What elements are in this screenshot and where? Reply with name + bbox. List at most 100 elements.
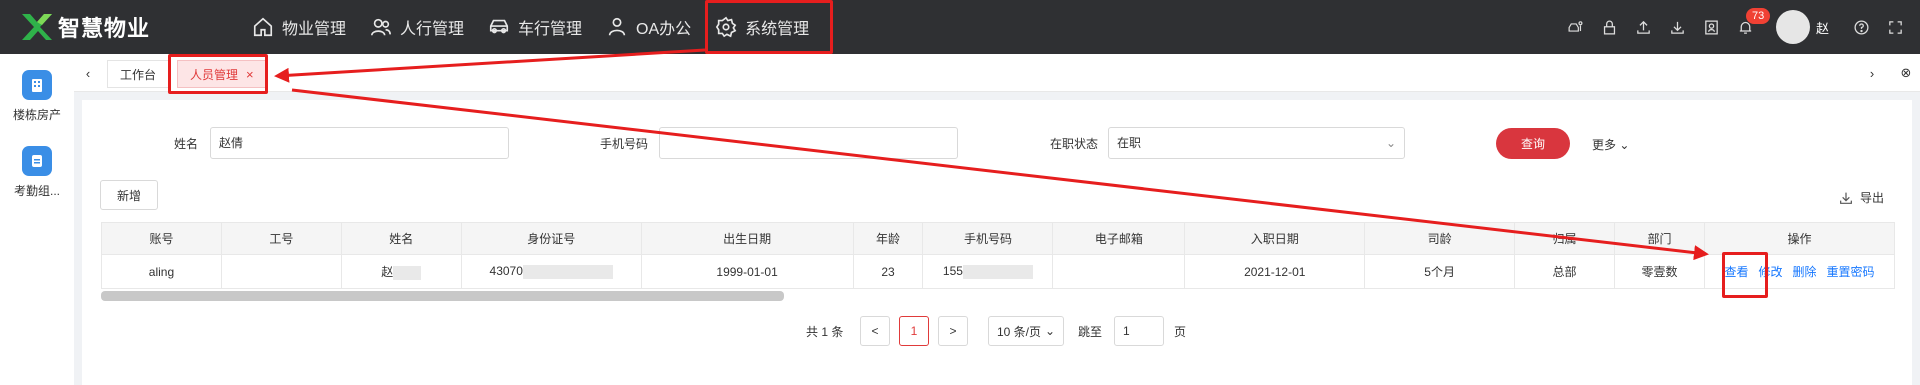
sidebar-item-label: 考勤组... (13, 184, 60, 198)
column-header: 入职日期 (1184, 222, 1366, 255)
page-unit-label: 页 (1174, 324, 1187, 339)
personnel-table: 账号 工号 姓名 身份证号 出生日期 年龄 手机号码 电子邮箱 入职日期 司龄 … (101, 222, 1896, 289)
prev-page-button[interactable]: < (860, 316, 890, 346)
jump-label: 跳至 (1078, 324, 1103, 339)
fullscreen-icon[interactable] (1878, 10, 1912, 44)
page-size-select[interactable]: 10 条/页 ⌄ (988, 316, 1064, 346)
header-actions: 73 赵 (1558, 0, 1920, 54)
column-header: 年龄 (852, 222, 924, 255)
nav-label: 人行管理 (400, 21, 465, 38)
download-icon[interactable] (1660, 10, 1694, 44)
column-header: 姓名 (340, 222, 462, 255)
column-header: 工号 (220, 222, 342, 255)
top-navbar: 智慧物业 物业管理 人行管理 车行管理 OA办公 系统管理 73 赵 (0, 0, 1920, 54)
contact-card-icon[interactable] (1694, 10, 1728, 44)
cell-birth-date: 1999-01-01 (640, 254, 854, 289)
app-logo[interactable]: 智慧物业 (20, 10, 150, 44)
cell-name: 赵 (340, 254, 462, 289)
cell-text: 155 (942, 264, 963, 279)
bell-icon[interactable]: 73 (1728, 8, 1771, 44)
filter-name-label: 姓名 (173, 137, 198, 151)
cell-text: 赵 (381, 265, 394, 279)
cell-text: 43070 (489, 264, 523, 279)
nav-oa[interactable]: OA办公 (594, 0, 703, 54)
phone-input[interactable] (659, 127, 958, 159)
tab-label: 工作台 (120, 67, 157, 82)
lock-icon[interactable] (1592, 10, 1626, 44)
nav-pedestrian[interactable]: 人行管理 (358, 0, 476, 54)
column-header: 电子邮箱 (1052, 222, 1186, 255)
tab-bar: ‹ 工作台 人员管理 × › ⊗ (74, 54, 1920, 92)
highlight-system-nav (705, 0, 833, 54)
vehicle-person-icon[interactable] (1558, 10, 1592, 44)
highlight-edit-link (1722, 252, 1768, 298)
user-name[interactable]: 赵 (1816, 18, 1844, 37)
column-header: 操作 (1703, 222, 1896, 255)
sidebar-item-building[interactable]: 楼栋房产 (0, 70, 74, 123)
status-select-value: 在职 (1117, 136, 1142, 150)
more-toggle[interactable]: 更多 ⌄ (1592, 136, 1629, 153)
tab-scroll-right-icon[interactable]: › (1858, 54, 1886, 92)
redacted-blur (962, 264, 1033, 279)
next-page-button[interactable]: > (938, 316, 968, 346)
filter-status-label: 在职状态 (1049, 137, 1098, 151)
download-icon (1840, 192, 1852, 204)
cell-age: 23 (852, 254, 924, 289)
cell-dept: 零壹数 (1614, 254, 1705, 289)
help-icon[interactable] (1844, 10, 1878, 44)
building-icon (32, 79, 42, 92)
more-label: 更多 (1592, 138, 1617, 152)
chevron-down-icon: ⌄ (1619, 138, 1630, 152)
table-row: aling 赵 43070 1999-01-01 23 155 2021-12-… (101, 254, 1896, 289)
pagination-total: 共 1 条 (806, 324, 844, 339)
cell-phone: 155 (922, 254, 1054, 289)
cell-account: aling (101, 254, 222, 289)
nav-property[interactable]: 物业管理 (240, 0, 358, 54)
nav-label: 物业管理 (282, 21, 347, 38)
left-sidebar: 楼栋房产 考勤组... (0, 54, 74, 385)
close-all-tabs-icon[interactable]: ⊗ (1892, 54, 1920, 92)
cell-id-no: 43070 (460, 254, 642, 289)
cell-tenure: 5个月 (1364, 254, 1516, 289)
jump-input[interactable]: 1 (1114, 316, 1164, 346)
logo-icon (22, 14, 52, 40)
page-size-value: 10 条/页 (996, 324, 1041, 339)
sidebar-item-label: 楼栋房产 (12, 108, 61, 122)
tab-scroll-left-icon[interactable]: ‹ (74, 54, 102, 92)
app-title: 智慧物业 (58, 16, 151, 41)
filter-phone-label: 手机号码 (599, 137, 648, 151)
chevron-down-icon: ⌄ (1385, 136, 1396, 150)
redacted-blur (522, 264, 613, 279)
query-button[interactable]: 查询 (1496, 128, 1570, 159)
export-button[interactable]: 导出 (1838, 189, 1884, 206)
tab-workbench[interactable]: 工作台 (107, 60, 170, 88)
avatar[interactable] (1776, 10, 1810, 44)
horizontal-scrollbar[interactable] (101, 291, 784, 301)
redacted-blur (393, 265, 422, 280)
column-header: 手机号码 (922, 222, 1054, 255)
home-icon (253, 17, 273, 37)
add-button[interactable]: 新增 (100, 180, 158, 210)
highlight-personnel-tab (168, 54, 268, 94)
status-select[interactable]: 在职 ⌄ (1108, 127, 1405, 159)
cell-belong: 总部 (1514, 254, 1616, 289)
attendance-icon (32, 155, 42, 167)
car-icon (489, 19, 509, 34)
sidebar-item-attendance[interactable]: 考勤组... (0, 146, 74, 199)
column-header: 身份证号 (460, 222, 642, 255)
cell-emp-no (220, 254, 342, 289)
column-header: 出生日期 (640, 222, 854, 255)
upload-icon[interactable] (1626, 10, 1660, 44)
nav-vehicle[interactable]: 车行管理 (476, 0, 594, 54)
name-input[interactable]: 赵倩 (210, 127, 509, 159)
nav-label: 车行管理 (518, 21, 583, 38)
delete-link[interactable]: 删除 (1792, 265, 1816, 279)
column-header: 司龄 (1364, 222, 1516, 255)
cell-join-date: 2021-12-01 (1184, 254, 1366, 289)
cell-email (1052, 254, 1186, 289)
chevron-down-icon: ⌄ (1044, 324, 1056, 338)
column-header: 归属 (1514, 222, 1616, 255)
reset-password-link[interactable]: 重置密码 (1826, 265, 1874, 279)
page-number-current[interactable]: 1 (899, 316, 929, 346)
people-icon (371, 18, 392, 36)
